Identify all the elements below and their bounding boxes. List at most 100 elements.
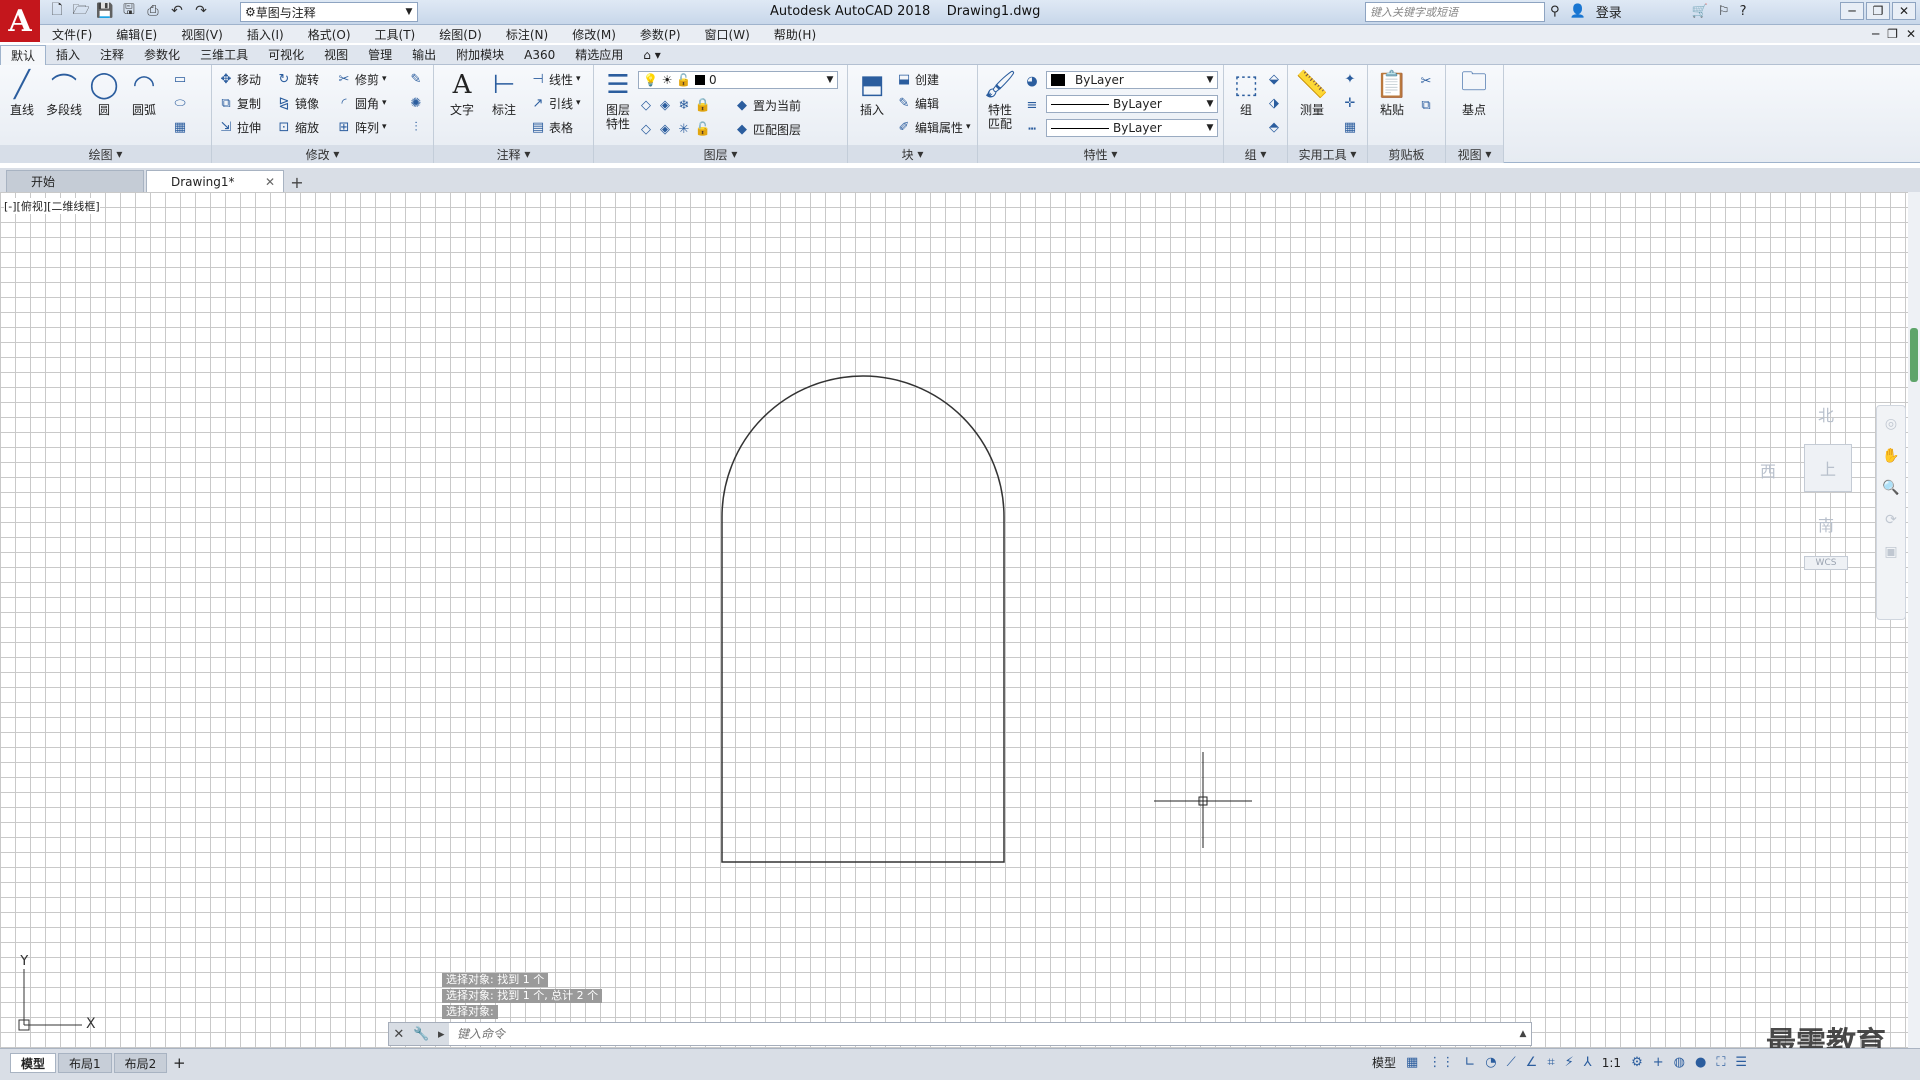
layer-unlock-icon[interactable]: 🔓	[695, 121, 711, 137]
app-menu-button[interactable]: A	[0, 0, 40, 42]
ribbon-tab[interactable]: 可视化	[258, 45, 314, 65]
close-icon[interactable]: ✕	[1892, 2, 1916, 20]
object-snap-tracking-icon[interactable]: ∠	[1526, 1055, 1538, 1070]
erase-button[interactable]: ✎	[408, 69, 424, 89]
rotate-button[interactable]: ↻ 旋转	[276, 69, 319, 89]
menu-item[interactable]: 修改(M)	[560, 26, 628, 43]
a360-icon[interactable]: ⚐	[1718, 4, 1730, 19]
linear-button[interactable]: ⊣ 线性 ▾	[530, 69, 580, 89]
lineweight-select[interactable]: ByLayer ▼	[1046, 119, 1218, 137]
ribbon-tab[interactable]: 参数化	[134, 45, 190, 65]
ortho-icon[interactable]: ∟	[1464, 1055, 1475, 1070]
wcs-menu[interactable]: WCS	[1804, 556, 1848, 570]
menu-item[interactable]: 参数(P)	[628, 26, 693, 43]
customization-icon[interactable]: ☰	[1735, 1055, 1747, 1070]
undo-icon[interactable]: ↶	[168, 2, 186, 20]
panel-properties-title[interactable]: 特性 ▾	[978, 145, 1223, 163]
menu-item[interactable]: 帮助(H)	[762, 26, 828, 43]
color-picker-button[interactable]: ◕	[1024, 71, 1040, 91]
scale-button[interactable]: ⊡ 缩放	[276, 117, 319, 137]
ribbon-tab[interactable]: 管理	[358, 45, 402, 65]
quick-select-button[interactable]: ✦	[1342, 69, 1358, 89]
ribbon-tab[interactable]: A360	[514, 45, 565, 65]
add-layout-button[interactable]: +	[169, 1054, 189, 1072]
binoculars-icon[interactable]: ⚲	[1550, 4, 1560, 19]
dimension-button[interactable]: ⊢ 标注	[484, 69, 524, 139]
insert-block-button[interactable]: ⬒ 插入	[852, 69, 892, 139]
copy-clip-button[interactable]: ⧉	[1418, 95, 1434, 115]
color-select[interactable]: ByLayer ▼	[1046, 71, 1218, 89]
new-icon[interactable]: 🗋	[48, 2, 66, 20]
maximize-icon[interactable]: ❐	[1866, 2, 1890, 20]
isolate-objects-icon[interactable]: ◍	[1674, 1055, 1685, 1070]
leader-button[interactable]: ↗ 引线 ▾	[530, 93, 581, 113]
copy-button[interactable]: ⧉ 复制	[218, 93, 261, 113]
layout-tab-model[interactable]: 模型	[10, 1053, 57, 1073]
edit-attributes-button[interactable]: ✐ 编辑属性 ▾	[896, 117, 971, 137]
wrench-icon[interactable]: 🔧	[413, 1027, 429, 1042]
linetype-picker-button[interactable]: ┅	[1024, 119, 1040, 139]
isodraft-icon[interactable]: ⟋	[1507, 1055, 1516, 1070]
model-space-button[interactable]: 模型	[1372, 1054, 1396, 1071]
login-button[interactable]: 登录	[1596, 2, 1622, 21]
vertical-scrollbar[interactable]	[1908, 192, 1920, 1048]
cut-button[interactable]: ✂	[1418, 71, 1434, 91]
ungroup-button[interactable]: ⬙	[1266, 69, 1282, 89]
layer-select[interactable]: 💡 ☀ 🔓 0 ▼	[638, 71, 838, 89]
polar-icon[interactable]: ◔	[1485, 1055, 1496, 1070]
layer-on-icon[interactable]: ◇	[638, 121, 654, 137]
close-icon[interactable]: ✕	[265, 175, 275, 189]
viewcube-south[interactable]: 南	[1818, 512, 1834, 536]
array-button[interactable]: ⊞ 阵列 ▾	[336, 117, 387, 137]
line-button[interactable]: ╱ 直线	[2, 69, 42, 139]
chevron-up-icon[interactable]: ▲	[1515, 1029, 1531, 1039]
command-line-grip[interactable]: ✕ 🔧 ▸	[389, 1023, 449, 1045]
command-input[interactable]	[457, 1027, 1515, 1041]
menu-item[interactable]: 视图(V)	[169, 26, 235, 43]
user-icon[interactable]: 👤	[1570, 4, 1586, 19]
drawing-canvas[interactable]: [-][俯视][二维线框] 北 西 东 上 南 WCS ◎ ✋ 🔍 ⟳ ▣	[0, 192, 1908, 1048]
menu-item[interactable]: 文件(F)	[40, 26, 104, 43]
base-point-button[interactable]: 🗀 基点	[1454, 67, 1494, 139]
panel-layers-title[interactable]: 图层 ▾	[594, 145, 847, 163]
command-prompt-icon[interactable]: ▸	[438, 1027, 445, 1042]
menu-item[interactable]: 绘图(D)	[427, 26, 494, 43]
ribbon-tab[interactable]: 输出	[402, 45, 446, 65]
panel-annotation-title[interactable]: 注释 ▾	[434, 145, 593, 163]
search-input[interactable]: 键入关键字或短语	[1365, 2, 1545, 22]
ribbon-tab[interactable]: 注释	[90, 45, 134, 65]
new-tab-button[interactable]: +	[286, 172, 308, 192]
ribbon-tab[interactable]: 三维工具	[190, 45, 258, 65]
panel-block-title[interactable]: 块 ▾	[848, 145, 977, 163]
ribbon-tab[interactable]: 视图	[314, 45, 358, 65]
match-properties-button[interactable]: 🖌 特性 匹配	[980, 69, 1020, 139]
panel-view-title[interactable]: 视图 ▾	[1446, 145, 1503, 163]
group-select-button[interactable]: ⬘	[1266, 117, 1282, 137]
ribbon-tab[interactable]: 插入	[46, 45, 90, 65]
annotation-scale[interactable]: 1:1	[1602, 1056, 1621, 1070]
ribbon-tab[interactable]: 默认	[0, 44, 47, 65]
grid-icon[interactable]: ▦	[1406, 1055, 1418, 1070]
panel-draw-title[interactable]: 绘图 ▾	[0, 145, 211, 163]
linetype-select[interactable]: ByLayer ▼	[1046, 95, 1218, 113]
doc-tab-drawing1[interactable]: Drawing1* ✕	[146, 170, 284, 192]
save-as-icon[interactable]: 🖫	[120, 2, 138, 20]
layer-lock-icon[interactable]: 🔒	[695, 97, 711, 113]
lineweight-picker-button[interactable]: ≡	[1024, 95, 1040, 115]
edit-block-button[interactable]: ✎ 编辑	[896, 93, 939, 113]
clean-screen-icon[interactable]: ⛶	[1716, 1055, 1725, 1070]
pan-icon[interactable]: ✋	[1882, 448, 1899, 464]
match-layer-button[interactable]: ◆ 匹配图层	[734, 119, 801, 139]
menu-item[interactable]: 插入(I)	[235, 26, 296, 43]
doc-close-icon[interactable]: ✕	[1906, 27, 1916, 41]
layer-off-icon[interactable]: ◇	[638, 97, 654, 113]
hardware-acceleration-icon[interactable]: ●	[1695, 1055, 1706, 1070]
explode-button[interactable]: ✺	[408, 93, 424, 113]
hatch-button[interactable]: ▦	[172, 117, 188, 137]
showmotion-icon[interactable]: ▣	[1884, 544, 1897, 560]
open-icon[interactable]: 🗁	[72, 2, 90, 20]
group-button[interactable]: ⬚ 组	[1226, 69, 1266, 139]
print-icon[interactable]: ⎙	[144, 2, 162, 20]
auto-scale-icon[interactable]: ⅄	[1584, 1055, 1592, 1070]
snap-icon[interactable]: ⋮⋮	[1428, 1055, 1454, 1070]
